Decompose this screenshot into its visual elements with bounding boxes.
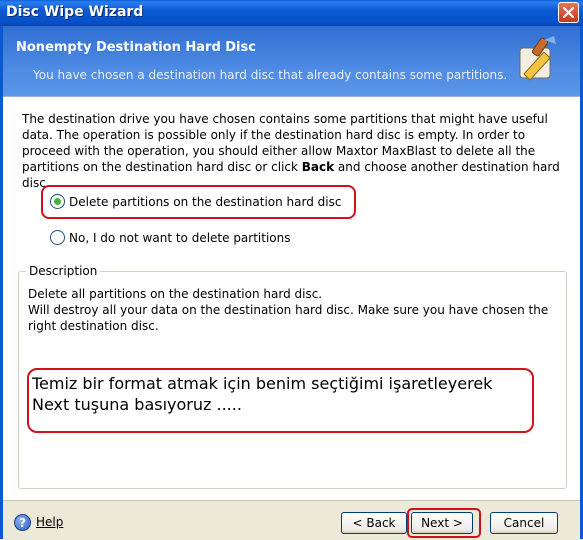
annotation-line-1: Temiz bir format atmak için benim seçtiğ… xyxy=(32,374,493,393)
radio-delete-label[interactable]: Delete partitions on the destination har… xyxy=(69,195,341,209)
window-title: Disc Wipe Wizard xyxy=(6,4,144,20)
help-link[interactable]: ? Help xyxy=(14,514,63,531)
page-title: Nonempty Destination Hard Disc xyxy=(16,40,256,55)
page-subtitle: You have chosen a destination hard disc … xyxy=(33,68,508,82)
disc-wipe-icon xyxy=(519,36,556,81)
radio-keep-partitions[interactable]: No, I do not want to delete partitions xyxy=(50,230,291,245)
back-button[interactable]: < Back xyxy=(341,512,407,534)
wizard-header: Nonempty Destination Hard Disc You have … xyxy=(3,26,580,96)
annotation-text: Temiz bir format atmak için benim seçtiğ… xyxy=(32,373,492,415)
radio-keep-label[interactable]: No, I do not want to delete partitions xyxy=(69,231,291,245)
radio-selected-icon[interactable] xyxy=(50,194,65,209)
next-button[interactable]: Next > xyxy=(411,512,473,534)
radio-delete-partitions[interactable]: Delete partitions on the destination har… xyxy=(50,194,341,209)
description-line-1: Delete all partitions on the destination… xyxy=(28,287,323,301)
description-line-2: Will destroy all your data on the destin… xyxy=(28,303,549,333)
intro-text-back: Back xyxy=(301,160,335,174)
close-button[interactable] xyxy=(558,2,579,23)
help-icon[interactable]: ? xyxy=(14,514,31,531)
radio-unselected-icon[interactable] xyxy=(50,230,65,245)
annotation-line-2: Next tuşuna basıyoruz ..... xyxy=(32,395,242,414)
window-titlebar: Disc Wipe Wizard xyxy=(0,0,583,26)
wizard-body: The destination drive you have chosen co… xyxy=(3,96,580,501)
description-text: Delete all partitions on the destination… xyxy=(28,286,558,334)
description-legend: Description xyxy=(26,264,101,278)
help-label[interactable]: Help xyxy=(36,515,63,529)
close-icon xyxy=(563,7,574,18)
cancel-button[interactable]: Cancel xyxy=(490,512,558,534)
intro-text: The destination drive you have chosen co… xyxy=(22,111,567,191)
